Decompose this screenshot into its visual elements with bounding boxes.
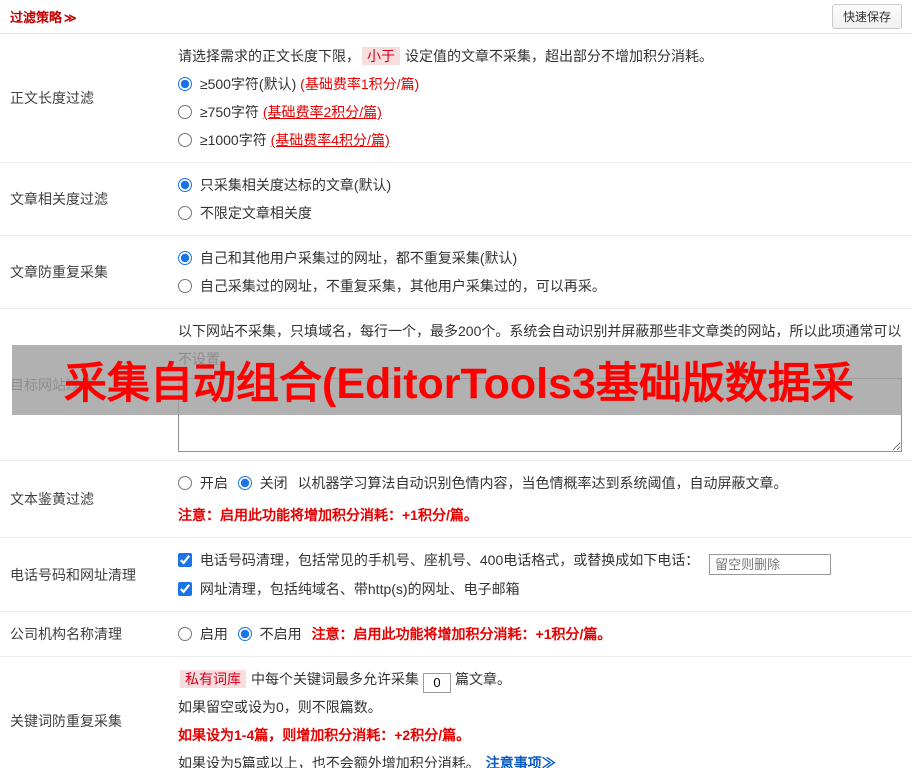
intro-highlight-less-than: 小于: [362, 47, 400, 65]
length-option-500-label: ≥500字符(默认): [199, 76, 297, 92]
quick-save-button[interactable]: 快速保存: [831, 4, 902, 29]
url-clean-option[interactable]: 网址清理，包括纯域名、带http(s)的网址、电子邮箱: [178, 581, 520, 597]
keyword-note-unlimited: 如果留空或设为0，则不限篇数。: [178, 699, 382, 715]
intro-post: 设定值的文章不采集，超出部分不增加积分消耗。: [405, 48, 713, 64]
row-content-site-filter: 以下网站不采集，只填域名，每行一个，最多200个。系统会自动识别并屏蔽那些非文章…: [172, 309, 912, 460]
length-radio-500[interactable]: [178, 77, 192, 91]
relevance-radio-any[interactable]: [178, 206, 192, 220]
org-clean-off-label: 不启用: [259, 626, 302, 642]
row-org-clean: 公司机构名称清理 启用 不启用 注意：启用此功能将增加积分消耗：+1积分/篇。: [0, 612, 912, 657]
row-content-dedupe: 自己和其他用户采集过的网址，都不重复采集(默认) 自己采集过的网址，不重复采集，…: [172, 236, 912, 308]
keyword-note-free-line: 如果设为5篇或以上，也不会额外增加积分消耗。 注意事项≫: [178, 749, 902, 768]
row-keyword-dedupe: 关键词防重复采集 私有词库中每个关键词最多允许采集 篇文章。 如果留空或设为0，则…: [0, 657, 912, 768]
row-label-keyword-dedupe: 关键词防重复采集: [10, 713, 122, 729]
private-lexicon-badge: 私有词库: [180, 670, 246, 688]
dedupe-radio-self-only[interactable]: [178, 279, 192, 293]
intro-pre: 请选择需求的正文长度下限，: [178, 48, 360, 64]
phone-replacement-input[interactable]: [709, 554, 832, 575]
phone-clean-line: 电话号码清理，包括常见的手机号、座机号、400电话格式，或替换成如下电话：: [178, 546, 902, 575]
length-option-1000-label: ≥1000字符: [199, 132, 267, 148]
dedupe-radio-all-users[interactable]: [178, 251, 192, 265]
row-text-length-filter: 正文长度过滤 请选择需求的正文长度下限， 小于 设定值的文章不采集，超出部分不增加积…: [0, 34, 912, 163]
porn-filter-description: 以机器学习算法自动识别色情内容，当色情概率达到系统阈值，自动屏蔽文章。: [297, 475, 788, 491]
phone-clean-label: 电话号码清理，包括常见的手机号、座机号、400电话格式，或替换成如下电话：: [199, 552, 700, 568]
length-option-500-fee: (基础费率1积分/篇): [300, 76, 420, 92]
url-clean-label: 网址清理，包括纯域名、带http(s)的网址、电子邮箱: [199, 581, 520, 597]
org-clean-radio-on[interactable]: [178, 627, 192, 641]
row-content-relevance: 只采集相关度达标的文章(默认) 不限定文章相关度: [172, 163, 912, 235]
row-relevance-filter: 文章相关度过滤 只采集相关度达标的文章(默认) 不限定文章相关度: [0, 163, 912, 236]
org-clean-option-on[interactable]: 启用: [178, 626, 232, 642]
keyword-limit-line: 私有词库中每个关键词最多允许采集 篇文章。: [178, 665, 902, 693]
porn-option-off-label: 关闭: [259, 475, 288, 491]
porn-filter-cost-note: 注意：启用此功能将增加积分消耗：+1积分/篇。: [178, 507, 478, 523]
dedupe-option-all-users[interactable]: 自己和其他用户采集过的网址，都不重复采集(默认): [178, 244, 902, 272]
row-porn-filter: 文本鉴黄过滤 开启 关闭 以机器学习算法自动识别色情内容，当色情概率达到系统阈值…: [0, 461, 912, 538]
relevance-option-strict-label: 只采集相关度达标的文章(默认): [199, 177, 392, 193]
dedupe-option-self-only[interactable]: 自己采集过的网址，不重复采集，其他用户采集过的，可以再采。: [178, 272, 902, 300]
page-title-text: 过滤策略: [10, 10, 63, 25]
row-content-text-length: 请选择需求的正文长度下限， 小于 设定值的文章不采集，超出部分不增加积分消耗。 ≥5…: [172, 34, 912, 162]
length-option-750[interactable]: ≥750字符 (基础费率2积分/篇): [178, 98, 902, 126]
length-radio-750[interactable]: [178, 105, 192, 119]
row-label-site-filter: 目标网站过滤: [10, 376, 94, 393]
row-label-relevance: 文章相关度过滤: [10, 191, 108, 207]
row-content-org-clean: 启用 不启用 注意：启用此功能将增加积分消耗：+1积分/篇。: [172, 612, 912, 656]
url-clean-checkbox[interactable]: [178, 582, 192, 596]
org-clean-radio-off[interactable]: [237, 627, 252, 641]
keyword-limit-mid: 中每个关键词最多允许采集: [251, 671, 419, 687]
filter-strategy-page: 过滤策略 ≫ 快速保存 正文长度过滤 请选择需求的正文长度下限， 小于 设定值的文章不…: [0, 0, 912, 768]
relevance-radio-strict[interactable]: [178, 178, 192, 192]
notes-link-text: 注意事项: [485, 755, 542, 768]
length-option-750-label: ≥750字符: [199, 104, 259, 120]
relevance-option-strict[interactable]: 只采集相关度达标的文章(默认): [178, 171, 902, 199]
row-dedupe-collection: 文章防重复采集 自己和其他用户采集过的网址，都不重复采集(默认) 自己采集过的网…: [0, 236, 912, 309]
row-content-keyword-dedupe: 私有词库中每个关键词最多允许采集 篇文章。 如果留空或设为0，则不限篇数。 如果设…: [172, 657, 912, 768]
blocked-sites-textarea[interactable]: [178, 378, 902, 452]
org-clean-option-off[interactable]: 不启用: [237, 626, 306, 642]
page-title[interactable]: 过滤策略 ≫: [10, 7, 77, 26]
site-filter-intro: 以下网站不采集，只填域名，每行一个，最多200个。系统会自动识别并屏蔽那些非文章…: [178, 323, 902, 367]
notes-link[interactable]: 注意事项≫: [486, 755, 556, 768]
length-option-750-fee: (基础费率2积分/篇): [262, 104, 382, 120]
row-label-text-length: 正文长度过滤: [10, 90, 94, 106]
org-clean-on-label: 启用: [199, 626, 228, 642]
page-header: 过滤策略 ≫ 快速保存: [0, 0, 912, 34]
length-option-500[interactable]: ≥500字符(默认) (基础费率1积分/篇): [178, 70, 902, 98]
dedupe-option-all-users-label: 自己和其他用户采集过的网址，都不重复采集(默认): [199, 250, 518, 266]
length-option-1000-fee: (基础费率4积分/篇): [270, 132, 390, 148]
porn-option-off[interactable]: 关闭: [237, 475, 292, 491]
length-radio-1000[interactable]: [178, 133, 192, 147]
porn-option-on-label: 开启: [199, 475, 228, 491]
row-phone-url-clean: 电话号码和网址清理 电话号码清理，包括常见的手机号、座机号、400电话格式，或替…: [0, 538, 912, 612]
text-length-intro: 请选择需求的正文长度下限， 小于 设定值的文章不采集，超出部分不增加积分消耗。: [178, 42, 902, 70]
row-content-phone-url: 电话号码清理，包括常见的手机号、座机号、400电话格式，或替换成如下电话： 网址…: [172, 538, 912, 611]
row-site-filter: 目标网站过滤 以下网站不采集，只填域名，每行一个，最多200个。系统会自动识别并…: [0, 309, 912, 461]
porn-radio-on[interactable]: [178, 476, 192, 490]
porn-filter-options: 开启 关闭 以机器学习算法自动识别色情内容，当色情概率达到系统阈值，自动屏蔽文章…: [178, 469, 902, 497]
porn-radio-off[interactable]: [237, 476, 252, 490]
keyword-note-free: 如果设为5篇或以上，也不会额外增加积分消耗。: [178, 755, 480, 768]
keyword-limit-input[interactable]: [423, 672, 451, 693]
url-clean-line: 网址清理，包括纯域名、带http(s)的网址、电子邮箱: [178, 575, 902, 603]
dedupe-option-self-only-label: 自己采集过的网址，不重复采集，其他用户采集过的，可以再采。: [199, 278, 606, 294]
phone-clean-option[interactable]: 电话号码清理，包括常见的手机号、座机号、400电话格式，或替换成如下电话：: [178, 552, 703, 568]
chevron-expand-icon: ≫: [64, 11, 77, 25]
keyword-limit-suffix: 篇文章。: [455, 671, 511, 687]
length-option-1000[interactable]: ≥1000字符 (基础费率4积分/篇): [178, 126, 902, 154]
row-content-porn-filter: 开启 关闭 以机器学习算法自动识别色情内容，当色情概率达到系统阈值，自动屏蔽文章…: [172, 461, 912, 537]
org-clean-cost-note: 注意：启用此功能将增加积分消耗：+1积分/篇。: [311, 626, 612, 642]
porn-option-on[interactable]: 开启: [178, 475, 232, 491]
chevron-link-icon: ≫: [541, 755, 556, 768]
relevance-option-any[interactable]: 不限定文章相关度: [178, 199, 902, 227]
row-label-dedupe: 文章防重复采集: [10, 264, 108, 280]
row-label-phone-url: 电话号码和网址清理: [10, 566, 136, 583]
phone-clean-checkbox[interactable]: [178, 553, 192, 567]
row-label-org-clean: 公司机构名称清理: [10, 626, 122, 642]
row-label-porn-filter: 文本鉴黄过滤: [10, 491, 94, 507]
keyword-note-cost: 如果设为1-4篇，则增加积分消耗：+2积分/篇。: [178, 727, 471, 743]
relevance-option-any-label: 不限定文章相关度: [199, 205, 312, 221]
